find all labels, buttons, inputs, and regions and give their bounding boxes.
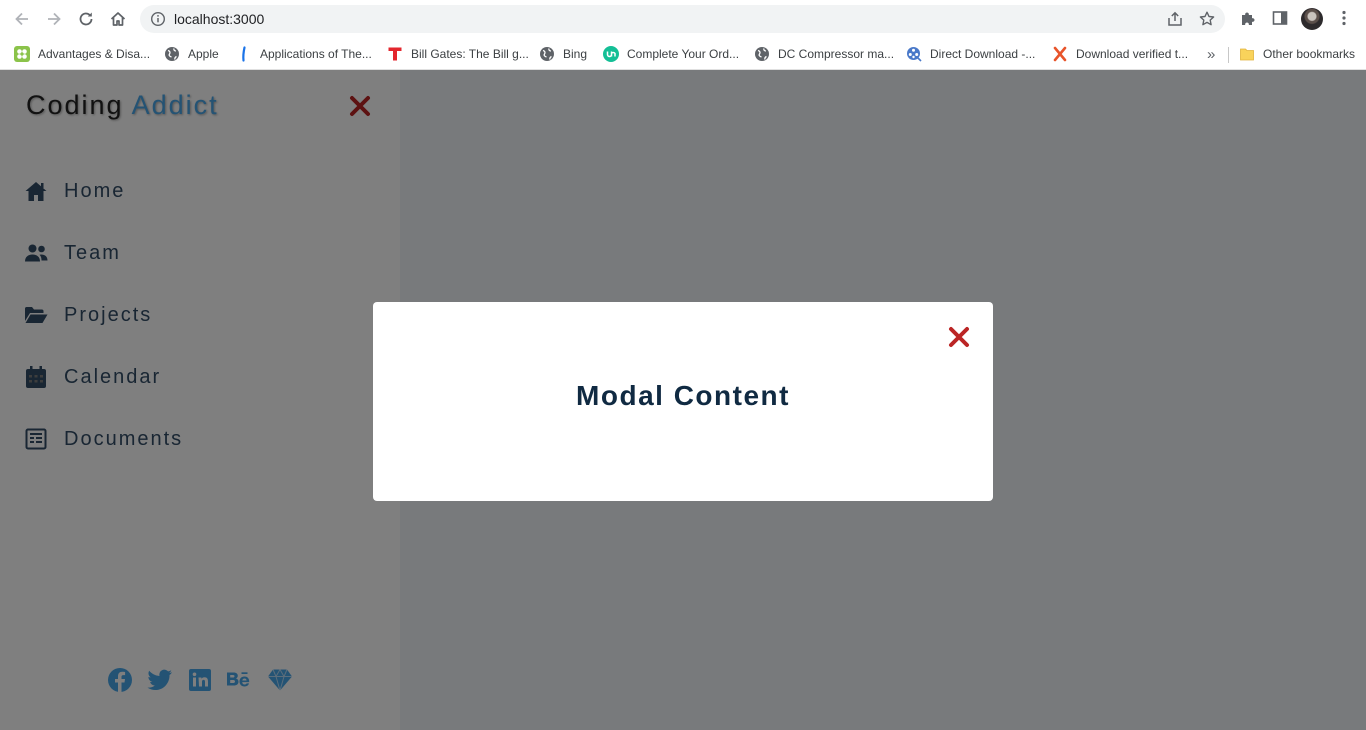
bookmark-item[interactable]: Direct Download -... <box>906 43 1035 65</box>
bookmark-item[interactable]: DC Compressor ma... <box>754 43 894 65</box>
reload-button[interactable] <box>74 7 98 31</box>
house-icon <box>110 12 126 26</box>
url-text: localhost:3000 <box>174 11 265 27</box>
profile-avatar[interactable] <box>1301 8 1323 30</box>
bookmark-item[interactable]: Applications of The... <box>236 43 372 65</box>
bookmark-item[interactable]: Complete Your Ord... <box>603 43 739 65</box>
bookmarks-bar: Advantages & Disa... Apple Applications … <box>0 38 1366 70</box>
teal-circle-icon <box>603 46 619 62</box>
other-bookmarks-folder[interactable]: Other bookmarks <box>1239 43 1355 65</box>
bookmark-item[interactable]: Bing <box>539 43 587 65</box>
share-icon[interactable] <box>1166 10 1184 28</box>
side-panel-icon[interactable] <box>1271 9 1289 27</box>
modal-title: Modal Content <box>576 380 790 411</box>
forward-button[interactable] <box>42 7 66 31</box>
browser-toolbar: localhost:3000 <box>0 0 1366 38</box>
extensions-puzzle-icon[interactable] <box>1239 9 1257 27</box>
home-button[interactable] <box>106 7 130 31</box>
green-flower-icon <box>14 46 30 62</box>
bookmark-label: Direct Download -... <box>930 47 1036 61</box>
globe-icon <box>164 46 180 62</box>
back-button[interactable] <box>10 7 34 31</box>
red-t-icon <box>387 46 403 62</box>
bookmark-label: Download verified t... <box>1076 47 1189 61</box>
bookmark-label: Advantages & Disa... <box>38 47 151 61</box>
modal-close-button[interactable] <box>945 323 973 351</box>
bookmark-item[interactable]: Apple <box>164 43 219 65</box>
blue-l-icon <box>236 46 252 62</box>
bookmark-item[interactable]: Download verified t... <box>1052 43 1188 65</box>
bookmark-item[interactable]: Bill Gates: The Bill g... <box>387 43 529 65</box>
close-icon <box>949 327 969 347</box>
bookmark-label: Other bookmarks <box>1263 47 1356 61</box>
arrow-right-icon <box>48 12 61 26</box>
arrow-left-icon <box>15 12 28 26</box>
bookmark-label: Apple <box>188 47 219 61</box>
globe-icon <box>754 46 770 62</box>
bookmark-label: Bill Gates: The Bill g... <box>411 47 529 61</box>
red-x-icon <box>1052 46 1068 62</box>
bookmarks-separator <box>1228 47 1229 63</box>
globe-icon <box>539 46 555 62</box>
kebab-menu-icon[interactable] <box>1336 9 1352 27</box>
info-icon[interactable] <box>150 11 166 27</box>
reload-icon <box>79 12 93 26</box>
folder-icon <box>1239 46 1255 62</box>
bookmark-label: Bing <box>563 47 588 61</box>
bookmark-star-icon[interactable] <box>1198 10 1216 28</box>
bookmarks-overflow-button[interactable]: » <box>1207 43 1215 65</box>
modal-dialog: Modal Content <box>373 302 993 501</box>
address-bar[interactable]: localhost:3000 <box>140 5 1225 33</box>
bookmark-label: Complete Your Ord... <box>627 47 740 61</box>
bookmark-label: Applications of The... <box>260 47 372 61</box>
bookmark-label: DC Compressor ma... <box>778 47 895 61</box>
bookmark-item[interactable]: Advantages & Disa... <box>14 43 150 65</box>
film-reel-icon <box>906 46 922 62</box>
